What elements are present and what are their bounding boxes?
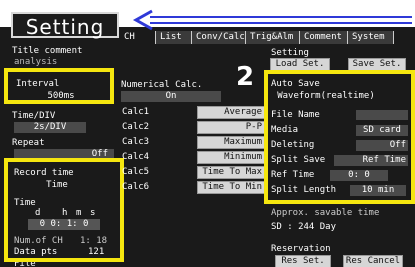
- calc1-label: Calc1: [122, 107, 150, 117]
- reservation-label: Reservation: [271, 244, 331, 254]
- calc3-select[interactable]: Maximum: [197, 136, 265, 149]
- auto-save-highlight: [264, 70, 415, 204]
- calc6-label: Calc6: [122, 182, 150, 192]
- calc4-select[interactable]: Minimum: [197, 151, 265, 164]
- page-title: Setting: [11, 12, 119, 39]
- callout-number: 2: [235, 62, 255, 92]
- tab-trig-alm[interactable]: Trig&Alm: [246, 31, 300, 44]
- interval-highlight: [4, 68, 114, 104]
- numerical-calc-value[interactable]: On: [121, 91, 221, 102]
- record-time-highlight: [4, 158, 124, 262]
- tab-system[interactable]: System: [348, 31, 394, 44]
- repeat-label: Repeat: [12, 138, 45, 148]
- calc5-select[interactable]: Time To Max: [197, 166, 265, 179]
- time-div-value[interactable]: 2s/DIV: [14, 122, 86, 133]
- arrow-line: [150, 22, 412, 24]
- calc5-label: Calc5: [122, 167, 150, 177]
- calc3-label: Calc3: [122, 137, 150, 147]
- tab-bar: CH List Conv/Calc Trig&Alm Comment Syste…: [120, 31, 415, 44]
- calc2-label: Calc2: [122, 122, 150, 132]
- arrow-line: [150, 16, 412, 18]
- title-comment-label: Title comment: [12, 46, 83, 56]
- res-cancel-button[interactable]: Res Cancel: [343, 255, 403, 267]
- time-div-label: Time/DIV: [12, 111, 56, 121]
- calc1-select[interactable]: Average: [197, 106, 265, 119]
- calc2-select[interactable]: P-P: [197, 121, 265, 134]
- calc6-select[interactable]: Time To Min: [197, 181, 265, 194]
- arrow-left-icon: [132, 9, 153, 31]
- title-comment-field[interactable]: analysis: [14, 57, 57, 68]
- tab-conv-calc[interactable]: Conv/Calc: [192, 31, 246, 44]
- approx-savable-value: SD : 244 Day: [271, 222, 337, 232]
- tab-ch[interactable]: CH: [120, 31, 156, 44]
- tab-comment[interactable]: Comment: [300, 31, 348, 44]
- approx-savable-label: Approx. savable time: [271, 208, 380, 218]
- res-set-button[interactable]: Res Set.: [275, 255, 331, 267]
- numerical-calc-label: Numerical Calc.: [121, 80, 203, 90]
- tab-list[interactable]: List: [156, 31, 192, 44]
- calc4-label: Calc4: [122, 152, 150, 162]
- setting-screen: Setting CH List Conv/Calc Trig&Alm Comme…: [0, 0, 415, 267]
